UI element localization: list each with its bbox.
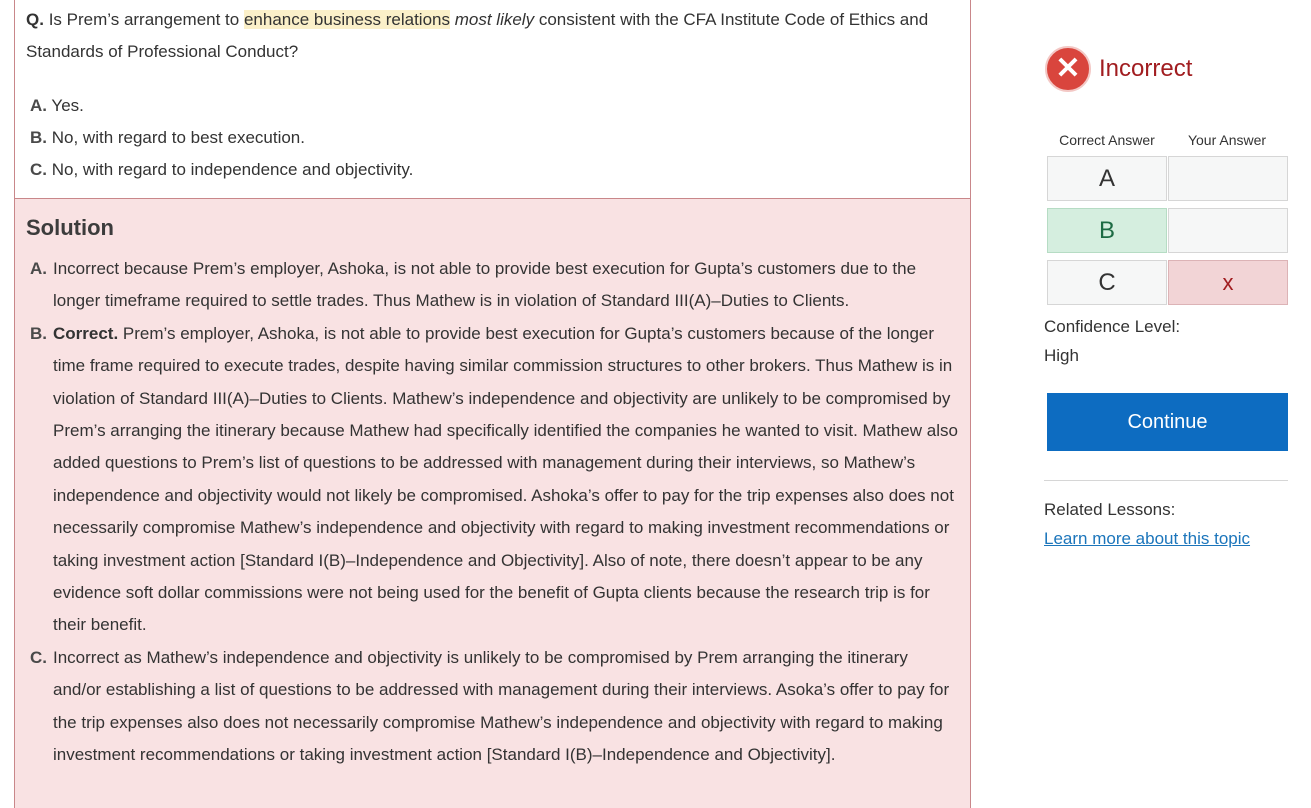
answer-option-text: No, with regard to independence and obje…: [51, 160, 414, 179]
x-circle-icon: ✕: [1045, 46, 1091, 92]
answer-grid-row-c: C x: [1047, 260, 1288, 305]
result-panel: ✕ Incorrect Correct Answer Your Answer A…: [1040, 0, 1300, 808]
solution-item-text: Incorrect because Prem’s employer, Ashok…: [53, 259, 917, 311]
answer-option-b: B. No, with regard to best execution.: [30, 122, 950, 154]
related-lessons-label: Related Lessons:: [1044, 500, 1176, 519]
answer-grid-headers: Correct Answer Your Answer: [1047, 132, 1288, 148]
question-text: Q. Is Prem’s arrangement to enhance busi…: [26, 4, 961, 68]
solution-item-letter: A.: [30, 259, 47, 278]
solution-list: A. Incorrect because Prem’s employer, As…: [30, 253, 960, 772]
question-panel: Q. Is Prem’s arrangement to enhance busi…: [14, 0, 971, 808]
answer-grid: A B C x: [1047, 156, 1288, 312]
solution-block: Solution A. Incorrect because Prem’s emp…: [15, 199, 970, 808]
answer-option-text: No, with regard to best execution.: [51, 128, 305, 147]
answer-option-letter: C.: [30, 160, 47, 179]
question-block: Q. Is Prem’s arrangement to enhance busi…: [15, 0, 970, 199]
correct-answer-cell: A: [1047, 156, 1167, 201]
question-text-before: Is Prem’s arrangement to: [48, 10, 240, 29]
your-answer-cell: [1168, 156, 1288, 201]
solution-item-letter: B.: [30, 323, 47, 343]
confidence-level-value: High: [1044, 346, 1079, 365]
your-answer-cell: [1168, 208, 1288, 253]
your-answer-header: Your Answer: [1187, 132, 1267, 148]
correct-answer-header: Correct Answer: [1059, 132, 1155, 148]
answer-options: A. Yes. B. No, with regard to best execu…: [30, 90, 950, 186]
solution-item-b: B. Correct. Prem’s employer, Ashoka, is …: [30, 318, 960, 642]
question-label: Q.: [26, 10, 44, 29]
divider: [1044, 480, 1288, 481]
answer-option-letter: B.: [30, 128, 47, 147]
confidence-level-label: Confidence Level:: [1044, 317, 1181, 336]
solution-item-a: A. Incorrect because Prem’s employer, As…: [30, 253, 960, 318]
related-lesson-link[interactable]: Learn more about this topic: [1044, 526, 1250, 552]
answer-grid-row-b: B: [1047, 208, 1288, 253]
answer-option-text: Yes.: [51, 96, 84, 115]
solution-item-text: Incorrect as Mathew’s independence and o…: [53, 647, 950, 765]
result-status: ✕ Incorrect: [1045, 46, 1192, 92]
answer-option-c: C. No, with regard to independence and o…: [30, 154, 950, 186]
answer-option-letter: A.: [30, 96, 47, 115]
solution-item-letter: C.: [30, 647, 47, 667]
continue-button[interactable]: Continue: [1047, 393, 1288, 451]
solution-item-text: Prem’s employer, Ashoka, is not able to …: [53, 323, 958, 635]
your-answer-cell: x: [1168, 260, 1288, 305]
answer-option-a: A. Yes.: [30, 90, 950, 122]
correct-answer-cell: C: [1047, 260, 1167, 305]
question-highlight: enhance business relations: [243, 10, 450, 29]
result-status-label: Incorrect: [1099, 55, 1193, 82]
answer-grid-row-a: A: [1047, 156, 1288, 201]
correct-answer-cell: B: [1047, 208, 1167, 253]
solution-item-c: C. Incorrect as Mathew’s independence an…: [30, 642, 960, 772]
solution-correct-label: Correct.: [53, 323, 119, 343]
solution-title: Solution: [26, 215, 114, 240]
question-emphasis: most likely: [454, 10, 535, 29]
